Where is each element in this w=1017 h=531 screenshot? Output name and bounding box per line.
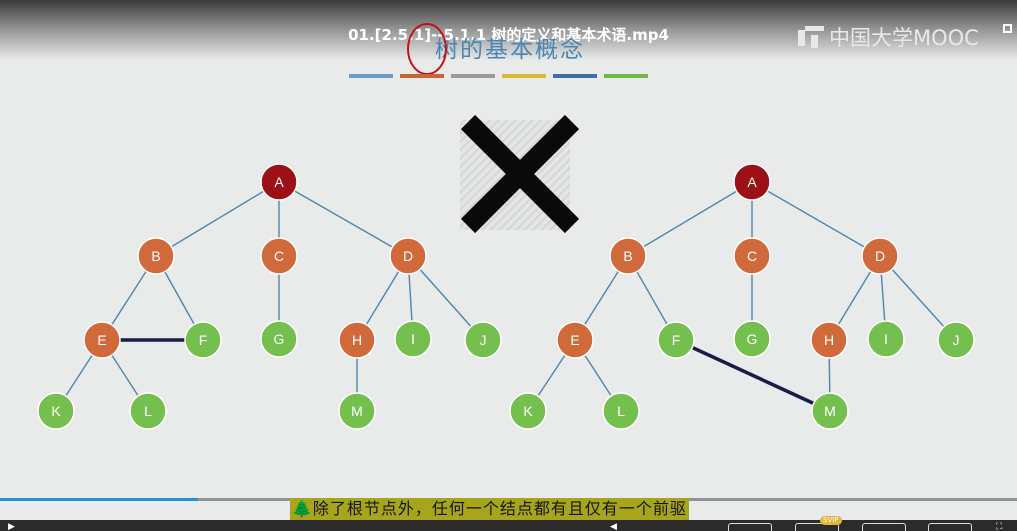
tree-1: A B C D E F G H I J K L M — [37, 163, 502, 430]
tree-edge-A-B — [627, 181, 753, 257]
player-controls: ▶ ◀ ⛶ — [0, 520, 1017, 531]
tree-node-label: F — [199, 332, 208, 348]
tree-icon: 🌲 — [292, 499, 313, 518]
tree-node-label: H — [352, 332, 362, 348]
tree-node-label: I — [884, 331, 888, 347]
tree-node-label: L — [144, 403, 152, 419]
tree-node-label: A — [274, 174, 284, 190]
svip-badge: SVIP — [820, 516, 842, 525]
tree-node-label: B — [623, 248, 632, 264]
tree-node-label: F — [672, 332, 681, 348]
volume-icon[interactable]: ◀ — [610, 522, 617, 531]
tree-node-label: C — [747, 248, 757, 264]
subtitle-button[interactable] — [928, 523, 972, 531]
tree-node-label: K — [523, 403, 533, 419]
tree-node-label: G — [274, 331, 285, 347]
bookmark-button[interactable] — [728, 523, 772, 531]
expand-icon[interactable]: ⛶ — [996, 522, 1002, 531]
tree-node-label: E — [570, 332, 579, 348]
tree-node-label: D — [875, 248, 885, 264]
tree-node-label: M — [351, 403, 363, 419]
tree-node-label: A — [747, 174, 757, 190]
tree-node-label: J — [953, 332, 960, 348]
tree-node-label: I — [411, 331, 415, 347]
tree-diagrams: A B C D E F G H I J K L M A B C D E F G H I J K L M — [37, 163, 975, 430]
tree-edge-A-D — [751, 181, 881, 257]
tree-node-label: G — [747, 331, 758, 347]
tree-node-label: B — [151, 248, 160, 264]
subtitle-caption: 🌲除了根节点外，任何一个结点都有且仅有一个前驱 — [290, 498, 689, 520]
tree-node-label: L — [617, 403, 625, 419]
tree-node-label: C — [274, 248, 284, 264]
tree-node-label: D — [403, 248, 413, 264]
video-player[interactable]: 01.[2.5.1]--5.1.1 树的定义和基本术语.mp4 中国大学MOOC… — [0, 0, 1017, 531]
play-icon[interactable]: ▶ — [8, 522, 15, 531]
tree-node-label: K — [51, 403, 61, 419]
tree-node-label: E — [97, 332, 106, 348]
tree-edge-A-D — [278, 181, 409, 257]
tree-node-label: M — [824, 403, 836, 419]
tree-node-label: H — [824, 332, 834, 348]
subtitle-text: 除了根节点外，任何一个结点都有且仅有一个前驱 — [312, 499, 687, 518]
tree-edge-A-B — [155, 181, 280, 257]
playback-progress-fill — [0, 498, 199, 501]
tree-2: A B C D E F G H I J K L M — [509, 163, 975, 430]
quality-button[interactable] — [862, 523, 906, 531]
tree-node-label: J — [480, 332, 487, 348]
